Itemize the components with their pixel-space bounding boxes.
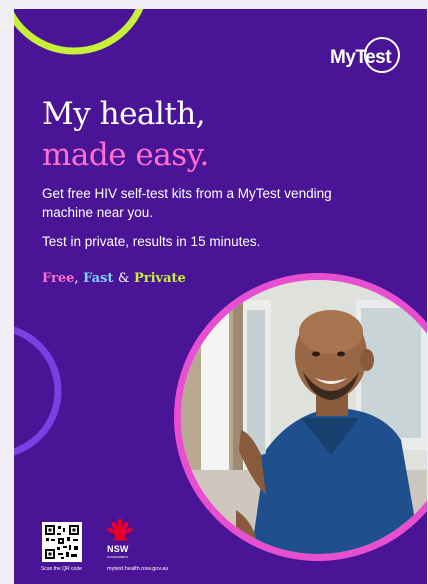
qr-code-icon — [44, 524, 80, 560]
hero-photo-illustration — [181, 280, 427, 554]
qr-code[interactable] — [42, 522, 82, 562]
brand-logo: MyTest — [330, 37, 400, 75]
website-url[interactable]: mytest.health.nsw.gov.au — [107, 566, 168, 572]
tagline-private: Private — [133, 271, 186, 286]
nsw-logo-text: NSW — [107, 544, 129, 554]
body-paragraph-1: Get free HIV self-test kits from a MyTes… — [42, 186, 332, 220]
hero-photo — [174, 273, 427, 561]
headline-line2: made easy. — [42, 137, 209, 173]
tagline-comma: , — [74, 271, 79, 286]
headline-line1: My health, — [42, 96, 206, 132]
lime-ring-decoration — [14, 9, 144, 55]
nsw-government-logo: NSW GOVERNMENT — [107, 518, 135, 562]
body-paragraph-2: Test in private, results in 15 minutes. — [42, 234, 261, 249]
brand-ring-icon — [364, 37, 400, 73]
nsw-logo-subtext: GOVERNMENT — [107, 555, 129, 559]
poster: MyTest My health, made easy. Get free HI… — [14, 9, 427, 584]
tagline: Free, Fast & Private — [42, 271, 186, 286]
violet-ring-decoration — [14, 326, 62, 456]
tagline-amp: & — [117, 271, 130, 286]
qr-label: Scan the QR code — [41, 566, 82, 572]
tagline-fast: Fast — [83, 271, 114, 286]
tagline-free: Free — [42, 271, 75, 286]
nsw-waratah-icon — [107, 518, 133, 541]
